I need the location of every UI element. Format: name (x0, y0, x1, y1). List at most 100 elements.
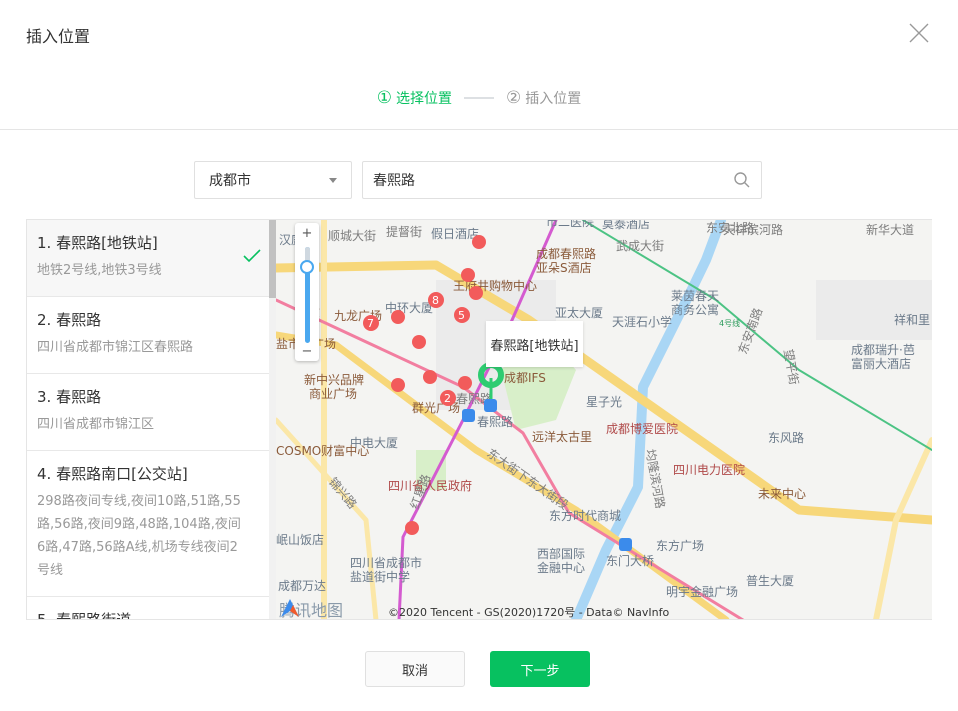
result-name: 4. 春熙路南口[公交站] (37, 465, 188, 483)
search-input[interactable] (373, 172, 733, 188)
result-item[interactable]: 2. 春熙路 四川省成都市锦江区春熙路 (27, 297, 276, 374)
city-select[interactable]: 成都市 (194, 161, 352, 199)
map-label: 富丽大酒店 (851, 356, 911, 371)
map-label: 商业广场 (309, 386, 357, 401)
zoom-in-button[interactable]: + (295, 226, 319, 242)
map-label: 祥和里 (894, 313, 930, 327)
map-label: 东门大桥 (606, 553, 654, 568)
result-list: 1. 春熙路[地铁站] 地铁2号线,地铁3号线 2. 春熙路 四川省成都市锦江区… (27, 220, 276, 619)
city-value: 成都市 (209, 173, 251, 189)
next-step-button[interactable]: 下一步 (490, 651, 590, 687)
map-label: 成都博爱医院 (606, 421, 678, 436)
result-name: 5. 春熙路街道 (37, 609, 266, 619)
map-label: 莫泰酒店 (602, 220, 650, 231)
map-label: 武成大街 (616, 239, 664, 253)
zoom-control: + − (295, 223, 319, 361)
divider (0, 129, 958, 130)
map-label: 望平街 (781, 348, 801, 386)
map-label: 假日酒店 (431, 227, 479, 241)
map-label: 春熙路 (477, 414, 513, 429)
map-label: 市二医院 (546, 220, 594, 229)
map-copyright: ©2020 Tencent - GS(2020)1720号 - Data© Na… (388, 606, 670, 619)
marker-number: 2 (444, 392, 451, 405)
map-label: 成都万达 (278, 579, 326, 593)
result-name: 1. 春熙路[地铁站] (37, 234, 158, 252)
marker-number: 5 (458, 309, 465, 322)
map-label: 新华大道 (866, 222, 914, 237)
map-label: 锦兴路 (326, 474, 361, 511)
map-marker[interactable]: 7 (363, 315, 379, 331)
map-marker[interactable] (412, 335, 426, 349)
map-label: 星子光 (586, 395, 622, 409)
tencent-map-logo-icon (281, 599, 299, 617)
marker-number: 7 (367, 317, 374, 330)
step-separator (464, 97, 494, 99)
map[interactable]: 汉庭 顺城大街 提督街 假日酒店 市二医院 莫泰酒店 成都春熙路 亚朵S酒店 武… (276, 220, 932, 619)
result-item[interactable]: 4. 春熙路南口[公交站] 298路夜间专线,夜间10路,51路,55路,56路… (27, 451, 276, 597)
map-label: 天涯石小学 (612, 314, 672, 329)
map-marker[interactable]: 8 (428, 292, 444, 308)
map-marker[interactable] (458, 376, 472, 390)
step-number: ① (376, 88, 392, 108)
map-label: 东安南路 (735, 306, 766, 356)
location-panel: 1. 春熙路[地铁站] 地铁2号线,地铁3号线 2. 春熙路 四川省成都市锦江区… (26, 219, 932, 620)
map-labels: 汉庭 顺城大街 提督街 假日酒店 市二医院 莫泰酒店 成都春熙路 亚朵S酒店 武… (276, 220, 930, 599)
map-label: 4号线 (719, 318, 740, 328)
map-label: 天祥滨河路 (723, 222, 783, 237)
map-label: 岷山饭店 (276, 532, 324, 547)
step-number: ② (506, 88, 522, 108)
cancel-button[interactable]: 取消 (365, 651, 465, 687)
map-marker[interactable] (461, 268, 475, 282)
step-insert-location: ② 插入位置 (506, 88, 581, 108)
step-select-location: ① 选择位置 (377, 88, 452, 108)
map-marker[interactable]: 2 (440, 390, 456, 406)
map-label: 远洋太古里 (532, 429, 592, 444)
search-box (362, 161, 762, 199)
map-popup: 春熙路[地铁站] (486, 321, 583, 367)
map-marker[interactable]: 5 (454, 307, 470, 323)
dialog-title: 插入位置 (26, 27, 91, 46)
result-item[interactable]: 3. 春熙路 四川省成都市锦江区 (27, 374, 276, 451)
map-label: 四川电力医院 (673, 463, 745, 477)
map-label: 中环大厦 (385, 300, 433, 315)
map-label: 金融中心 (537, 560, 585, 575)
map-label: 新中兴品牌 (304, 372, 364, 387)
map-marker[interactable] (391, 310, 405, 324)
result-name: 3. 春熙路 (37, 388, 102, 406)
map-label: 亚太大厦 (555, 305, 603, 320)
map-marker[interactable] (391, 378, 405, 392)
result-address: 298路夜间专线,夜间10路,51路,55路,56路,夜间9路,48路,104路… (37, 494, 241, 578)
marker-number: 8 (432, 294, 439, 307)
zoom-out-button[interactable]: − (295, 344, 319, 360)
map-label: 东方时代商城 (549, 508, 621, 523)
close-icon[interactable] (906, 20, 932, 46)
result-item[interactable]: 1. 春熙路[地铁站] 地铁2号线,地铁3号线 (27, 220, 276, 297)
map-label: 东大街下东大街段 (484, 445, 571, 512)
map-label: 普生大厦 (746, 574, 794, 588)
map-marker[interactable] (423, 370, 437, 384)
result-name: 2. 春熙路 (37, 311, 102, 329)
map-label: 莱茵春天 (671, 289, 719, 303)
map-label: 亚朵S酒店 (536, 261, 592, 275)
map-label: 东方广场 (656, 538, 704, 553)
map-label: 未来中心 (758, 486, 806, 501)
map-canvas: 汉庭 顺城大街 提督街 假日酒店 市二医院 莫泰酒店 成都春熙路 亚朵S酒店 武… (276, 220, 932, 619)
map-label: 商务公寓 (671, 302, 719, 317)
map-label: 盐道街中学 (350, 569, 410, 584)
scrollbar-thumb[interactable] (269, 220, 276, 298)
search-icon[interactable] (733, 171, 751, 189)
stepper: ① 选择位置 ② 插入位置 (0, 88, 958, 108)
map-marker[interactable] (472, 235, 486, 249)
result-address: 四川省成都市锦江区 (37, 417, 155, 432)
map-marker[interactable] (405, 521, 419, 535)
step-label: 选择位置 (396, 91, 452, 107)
step-label: 插入位置 (525, 91, 582, 107)
map-label: 顺城大街 (328, 229, 376, 243)
map-marker[interactable] (469, 286, 483, 300)
map-label: 东风路 (768, 430, 804, 445)
map-label: 均隆滨河路 (643, 448, 668, 510)
zoom-slider-handle[interactable] (300, 260, 314, 274)
result-item[interactable]: 5. 春熙路街道 (27, 597, 276, 619)
map-label: 中电大厦 (350, 435, 398, 450)
check-icon (243, 249, 261, 263)
